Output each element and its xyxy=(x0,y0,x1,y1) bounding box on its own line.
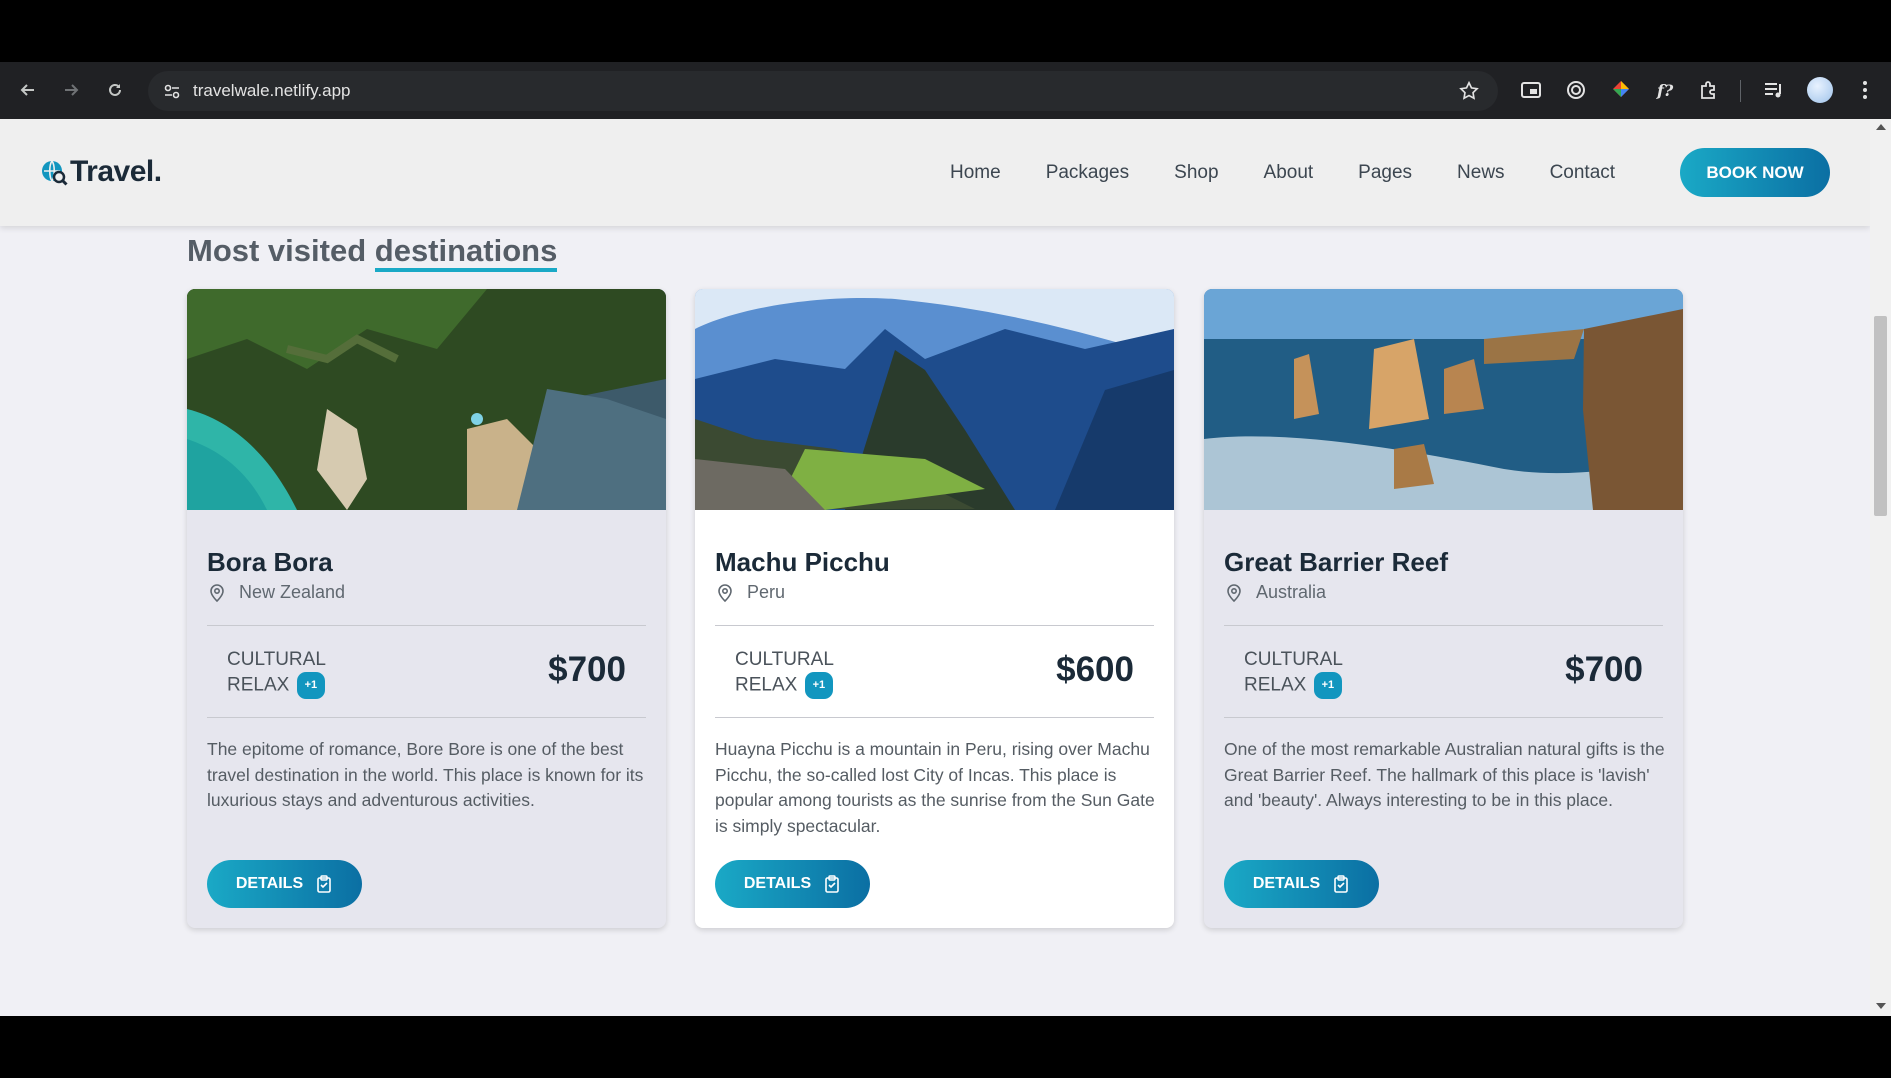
card-title: Great Barrier Reef xyxy=(1224,547,1448,577)
nav-contact[interactable]: Contact xyxy=(1550,162,1615,184)
tag-cultural: CULTURAL xyxy=(227,649,326,670)
forward-icon[interactable] xyxy=(57,76,85,104)
card-price: $600 xyxy=(1056,650,1134,689)
reload-icon[interactable] xyxy=(101,76,129,104)
page-scrollbar[interactable] xyxy=(1870,119,1891,1016)
destination-card: Machu Picchu Peru CULTURAL RELAX +1 $600… xyxy=(695,289,1174,928)
scroll-down-arrow-icon[interactable] xyxy=(1876,1003,1886,1009)
card-description: Huayna Picchu is a mountain in Peru, ris… xyxy=(715,739,1155,836)
machu-picchu-image xyxy=(695,289,1174,510)
bookmark-star-icon[interactable] xyxy=(1458,80,1480,102)
card-description: The epitome of romance, Bore Bore is one… xyxy=(207,739,644,810)
nav-about[interactable]: About xyxy=(1264,162,1314,184)
web-page: Travel. Home Packages Shop About Pages N… xyxy=(0,119,1870,1016)
screen-bottom-bar xyxy=(0,1016,1891,1078)
tag-relax: RELAX xyxy=(735,674,798,696)
card-description: One of the most remarkable Australian na… xyxy=(1224,739,1665,810)
book-now-button[interactable]: BOOK NOW xyxy=(1680,148,1830,197)
card-divider xyxy=(715,625,1154,626)
extensions-puzzle-icon[interactable] xyxy=(1697,78,1721,102)
globe-search-icon xyxy=(42,160,68,186)
card-location: Australia xyxy=(1224,582,1326,603)
card-tags: CULTURAL RELAX +1 xyxy=(227,647,326,699)
clipboard-check-icon xyxy=(317,875,331,893)
card-title: Machu Picchu xyxy=(715,547,890,577)
more-tags-badge[interactable]: +1 xyxy=(804,672,834,699)
tag-relax: RELAX xyxy=(227,674,290,696)
tag-cultural: CULTURAL xyxy=(1244,649,1343,670)
section-title-text: Most visited xyxy=(187,233,375,268)
great-barrier-reef-image xyxy=(1204,289,1683,510)
card-divider xyxy=(207,625,646,626)
address-bar[interactable]: travelwale.netlify.app xyxy=(148,71,1498,111)
clipboard-check-icon xyxy=(1334,875,1348,893)
clipboard-check-icon xyxy=(825,875,839,893)
section-title: Most visited destinations xyxy=(187,233,558,272)
nav-home[interactable]: Home xyxy=(950,162,1001,184)
font-extension-icon[interactable]: f? xyxy=(1654,78,1678,102)
card-tags: CULTURAL RELAX +1 xyxy=(735,647,834,699)
profile-avatar[interactable] xyxy=(1807,77,1833,103)
location-text: Australia xyxy=(1256,582,1327,602)
details-label: DETAILS xyxy=(235,875,304,892)
more-tags-badge[interactable]: +1 xyxy=(1313,672,1343,699)
details-button[interactable]: DETAILS xyxy=(715,860,870,908)
location-text: Peru xyxy=(747,582,786,602)
card-price: $700 xyxy=(1565,650,1643,689)
tag-cultural: CULTURAL xyxy=(735,649,834,670)
more-tags-badge[interactable]: +1 xyxy=(296,672,326,699)
location-pin-icon xyxy=(718,583,732,602)
card-divider xyxy=(207,717,646,718)
scrollbar-thumb[interactable] xyxy=(1874,316,1887,516)
details-button[interactable]: DETAILS xyxy=(207,860,362,908)
details-button[interactable]: DETAILS xyxy=(1224,860,1379,908)
bora-bora-image xyxy=(187,289,666,510)
picture-in-picture-icon[interactable] xyxy=(1519,78,1543,102)
card-tags: CULTURAL RELAX +1 xyxy=(1244,647,1343,699)
media-control-icon[interactable] xyxy=(1762,78,1786,102)
nav-shop[interactable]: Shop xyxy=(1174,162,1218,184)
site-header: Travel. Home Packages Shop About Pages N… xyxy=(0,119,1870,226)
location-pin-icon xyxy=(210,583,224,602)
logo-text: Travel. xyxy=(70,155,162,188)
tag-relax: RELAX xyxy=(1244,674,1307,696)
card-divider xyxy=(1224,625,1663,626)
nav-packages[interactable]: Packages xyxy=(1046,162,1129,184)
target-extension-icon[interactable] xyxy=(1564,78,1588,102)
location-pin-icon xyxy=(1227,583,1241,602)
card-divider xyxy=(715,717,1154,718)
color-extension-icon[interactable] xyxy=(1609,78,1633,102)
site-info-icon[interactable] xyxy=(162,81,182,101)
details-label: DETAILS xyxy=(1252,875,1321,892)
browser-menu-icon[interactable] xyxy=(1853,78,1877,102)
browser-toolbar: travelwale.netlify.app f? xyxy=(0,62,1891,119)
destination-card: Bora Bora New Zealand CULTURAL RELAX +1 … xyxy=(187,289,666,928)
scroll-up-arrow-icon[interactable] xyxy=(1876,124,1886,130)
site-logo[interactable]: Travel. xyxy=(40,155,162,189)
card-location: New Zealand xyxy=(207,582,345,603)
svg-text:f?: f? xyxy=(1656,81,1674,100)
location-text: New Zealand xyxy=(239,582,346,602)
card-divider xyxy=(1224,717,1663,718)
toolbar-divider xyxy=(1740,80,1741,102)
main-nav: Home Packages Shop About Pages News Cont… xyxy=(950,162,1660,184)
card-location: Peru xyxy=(715,582,785,603)
screen-top-bar xyxy=(0,0,1891,62)
back-icon[interactable] xyxy=(14,76,42,104)
url-text: travelwale.netlify.app xyxy=(193,81,351,100)
nav-news[interactable]: News xyxy=(1457,162,1505,184)
section-title-accent: destinations xyxy=(374,233,558,272)
details-label: DETAILS xyxy=(743,875,812,892)
destination-card: Great Barrier Reef Australia CULTURAL RE… xyxy=(1204,289,1683,928)
card-title: Bora Bora xyxy=(207,547,333,577)
nav-pages[interactable]: Pages xyxy=(1358,162,1412,184)
card-price: $700 xyxy=(548,650,626,689)
